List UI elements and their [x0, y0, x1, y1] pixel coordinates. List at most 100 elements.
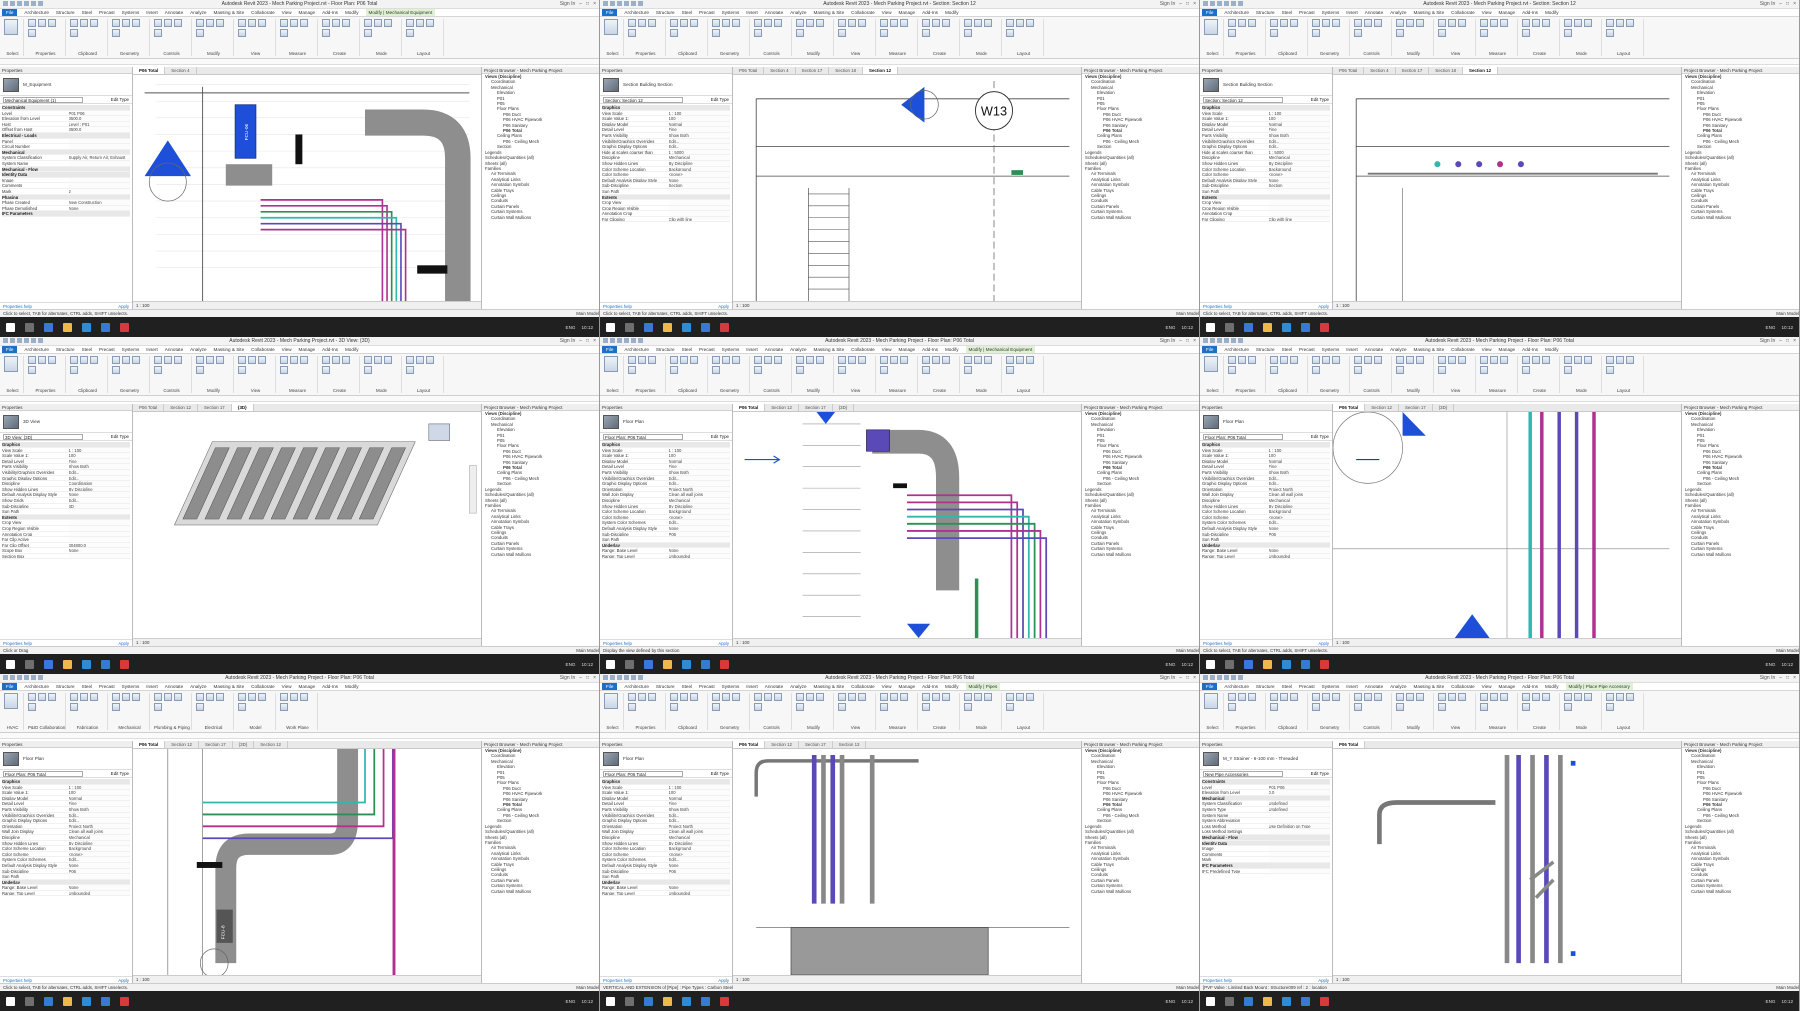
ribbon-tab[interactable]: Structure — [56, 347, 75, 352]
tool-icon[interactable] — [1312, 356, 1320, 364]
tool-icon[interactable] — [1322, 693, 1330, 701]
property-value[interactable]: Unbounded — [668, 890, 730, 896]
property-value[interactable]: Background — [668, 509, 730, 514]
property-value[interactable]: Project North — [68, 823, 130, 829]
search-icon[interactable] — [25, 659, 34, 669]
drawing-canvas[interactable] — [1333, 749, 1681, 975]
ribbon-tab[interactable]: Steel — [1282, 684, 1292, 689]
quick-access-toolbar[interactable] — [1203, 338, 1243, 343]
edit-type-button[interactable]: Edit Type — [711, 771, 729, 776]
tool-icon[interactable] — [806, 19, 814, 27]
tool-icon[interactable] — [638, 356, 646, 364]
property-value[interactable] — [68, 553, 130, 559]
tool-icon[interactable] — [964, 19, 972, 27]
tool-icon[interactable] — [196, 19, 204, 27]
tool-icon[interactable] — [1564, 19, 1572, 27]
property-value[interactable]: Edit... — [68, 469, 130, 475]
ribbon-tab[interactable]: Systems — [122, 347, 140, 352]
quick-access-toolbar[interactable] — [603, 675, 643, 680]
maximize-icon[interactable]: □ — [1186, 675, 1189, 681]
tool-icon[interactable] — [1396, 19, 1404, 27]
tool-icon[interactable] — [932, 693, 940, 701]
tool-icon[interactable] — [1290, 19, 1298, 27]
quick-access-toolbar[interactable] — [3, 338, 43, 343]
tool-icon[interactable] — [754, 693, 762, 701]
tool-icon[interactable] — [1532, 19, 1540, 27]
tool-icon[interactable] — [628, 356, 636, 364]
edit-type-button[interactable]: Edit Type — [111, 97, 129, 102]
property-value[interactable] — [68, 520, 130, 525]
tool-icon[interactable] — [1606, 703, 1614, 711]
property-value[interactable] — [68, 183, 130, 188]
view-tab[interactable]: Section 12 — [1365, 404, 1399, 411]
ribbon-tab[interactable]: Annotate — [165, 347, 183, 352]
tool-icon[interactable] — [880, 29, 888, 37]
ribbon-tab[interactable]: Add-Ins — [1522, 10, 1538, 15]
ribbon-tab[interactable]: Systems — [1322, 10, 1340, 15]
qat-icon[interactable] — [1231, 1, 1236, 6]
tool-icon[interactable] — [1374, 19, 1382, 27]
tool-icon[interactable] — [1312, 29, 1320, 37]
qat-icon[interactable] — [24, 1, 29, 6]
property-value[interactable]: None — [668, 862, 730, 868]
tool-icon[interactable] — [1522, 19, 1530, 27]
system-tray[interactable]: ENG 10:12 — [1766, 999, 1793, 1004]
edit-type-button[interactable]: Edit Type — [1311, 434, 1329, 439]
ribbon-tab[interactable]: Systems — [122, 684, 140, 689]
ribbon-tab[interactable]: Insert — [1346, 684, 1358, 689]
ribbon-tab[interactable]: Steel — [82, 10, 92, 15]
property-value[interactable]: Show Both — [1268, 469, 1330, 475]
task-view-icon[interactable] — [44, 996, 53, 1006]
revit-icon[interactable] — [1320, 322, 1329, 332]
view-tab[interactable]: P06 Total — [733, 404, 766, 411]
ribbon-tab[interactable]: Massing & Site — [214, 10, 245, 15]
property-value[interactable] — [1268, 846, 1330, 851]
property-value[interactable]: 1 : 100 — [68, 447, 130, 453]
sign-in-link[interactable]: Sign In — [1160, 338, 1176, 344]
tool-icon[interactable] — [796, 703, 804, 711]
tool-icon[interactable] — [670, 703, 678, 711]
drawing-canvas[interactable]: FCU-8 — [133, 749, 481, 978]
property-value[interactable]: Edit... — [668, 818, 730, 823]
minimize-icon[interactable]: – — [1179, 675, 1182, 681]
tool-icon[interactable] — [774, 19, 782, 27]
ribbon-tab[interactable]: Collaborate — [251, 684, 275, 689]
tool-icon[interactable] — [1626, 356, 1634, 364]
tool-icon[interactable] — [1448, 356, 1456, 364]
property-value[interactable]: Edit... — [668, 144, 730, 149]
property-value[interactable]: None — [68, 205, 130, 211]
store-icon[interactable] — [1301, 659, 1310, 669]
sign-in-link[interactable]: Sign In — [560, 338, 576, 344]
ribbon-tab[interactable]: File — [2, 346, 18, 353]
system-tray[interactable]: ENG 10:12 — [1166, 662, 1193, 667]
ribbon-tab[interactable]: Precast — [699, 347, 715, 352]
tool-icon[interactable] — [174, 19, 182, 27]
lang-indicator[interactable]: ENG — [566, 999, 576, 1004]
quick-access-toolbar[interactable] — [3, 675, 43, 680]
tool-icon[interactable] — [4, 19, 18, 35]
tool-icon[interactable] — [1238, 356, 1246, 364]
property-value[interactable] — [1268, 200, 1330, 205]
tool-icon[interactable] — [1490, 356, 1498, 364]
tool-icon[interactable] — [196, 356, 204, 364]
tool-icon[interactable] — [1480, 19, 1488, 27]
file-explorer-icon[interactable] — [63, 322, 72, 332]
task-view-icon[interactable] — [1244, 322, 1253, 332]
tool-icon[interactable] — [1204, 356, 1218, 372]
tool-icon[interactable] — [280, 703, 288, 711]
start-icon[interactable] — [6, 322, 15, 332]
tool-icon[interactable] — [416, 19, 424, 27]
view-tab[interactable]: Section 17 — [799, 741, 833, 748]
tool-icon[interactable] — [38, 693, 46, 701]
tool-icon[interactable] — [174, 356, 182, 364]
ribbon-tab[interactable]: Analyze — [1390, 10, 1406, 15]
property-value[interactable]: By Discipline — [668, 503, 730, 509]
tool-icon[interactable] — [1626, 19, 1634, 27]
ribbon-tab[interactable]: Steel — [82, 684, 92, 689]
tool-icon[interactable] — [1542, 693, 1550, 701]
tool-icon[interactable] — [1406, 356, 1414, 364]
tool-icon[interactable] — [28, 693, 36, 701]
view-scale[interactable]: 1 : 100 — [136, 303, 149, 308]
tool-icon[interactable] — [206, 19, 214, 27]
property-value[interactable]: 1 : 100 — [668, 447, 730, 453]
